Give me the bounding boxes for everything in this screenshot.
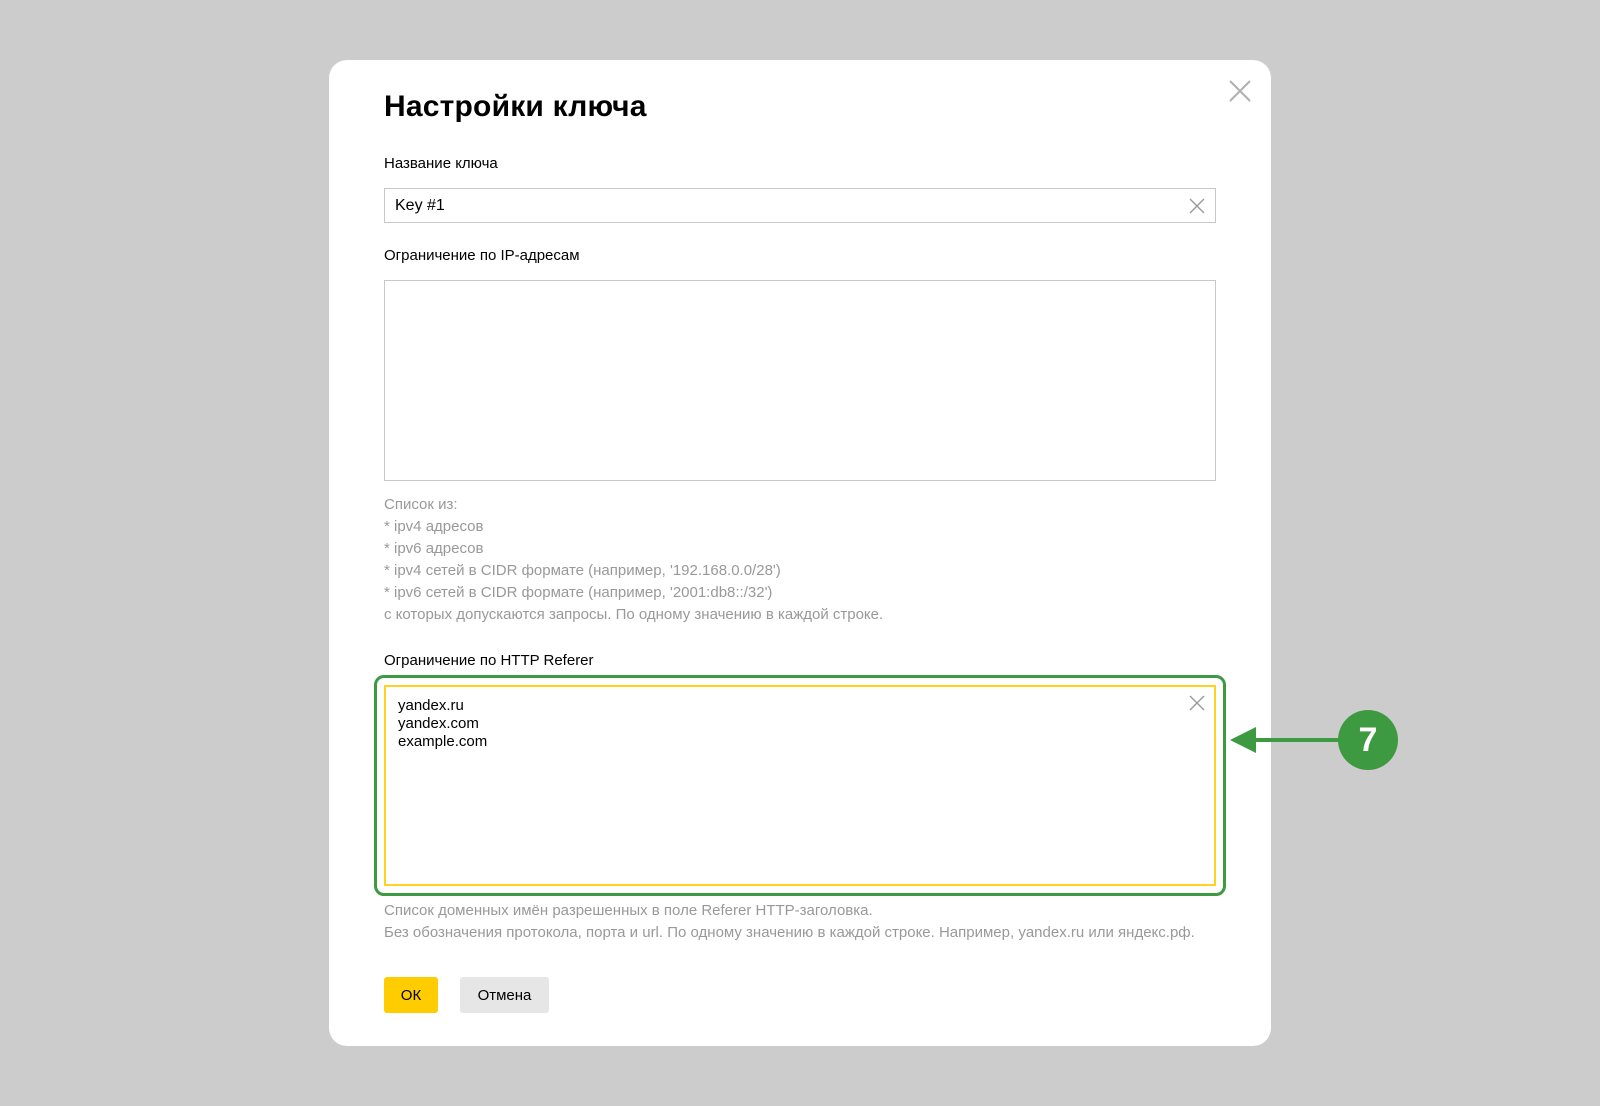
hint-line: Без обозначения протокола, порта и url. … bbox=[384, 924, 1195, 941]
referer-restriction-label: Ограничение по HTTP Referer bbox=[384, 652, 594, 669]
referer-restriction-hint: Список доменных имён разрешенных в поле … bbox=[384, 900, 1195, 944]
arrow-left-icon bbox=[1230, 727, 1342, 753]
ip-restriction-textarea[interactable] bbox=[384, 280, 1216, 481]
key-name-clear-button[interactable] bbox=[1187, 196, 1207, 216]
clear-icon bbox=[1189, 198, 1205, 214]
ip-restriction-label: Ограничение по IP-адресам bbox=[384, 247, 580, 264]
ip-restriction-hint: Список из: * ipv4 адресов * ipv6 адресов… bbox=[384, 494, 883, 626]
hint-line: Список доменных имён разрешенных в поле … bbox=[384, 902, 873, 919]
close-button[interactable] bbox=[1225, 76, 1255, 106]
key-settings-dialog: Настройки ключа Название ключа Ограничен… bbox=[329, 60, 1271, 1046]
hint-line: Список из: bbox=[384, 496, 458, 513]
close-icon bbox=[1229, 80, 1251, 102]
clear-icon bbox=[1189, 695, 1205, 711]
referer-clear-button[interactable] bbox=[1187, 693, 1207, 713]
referer-restriction-textarea[interactable]: yandex.ru yandex.com example.com bbox=[384, 685, 1216, 886]
cancel-button[interactable]: Отмена bbox=[460, 977, 549, 1013]
dialog-title: Настройки ключа bbox=[384, 90, 647, 123]
key-name-label: Название ключа bbox=[384, 155, 498, 172]
hint-line: * ipv4 сетей в CIDR формате (например, '… bbox=[384, 562, 781, 579]
hint-line: * ipv6 адресов bbox=[384, 540, 484, 557]
hint-line: * ipv6 сетей в CIDR формате (например, '… bbox=[384, 584, 773, 601]
callout-number: 7 bbox=[1338, 710, 1398, 770]
ok-button[interactable]: ОК bbox=[384, 977, 438, 1013]
hint-line: * ipv4 адресов bbox=[384, 518, 484, 535]
hint-line: с которых допускаются запросы. По одному… bbox=[384, 606, 884, 623]
key-name-input[interactable] bbox=[384, 188, 1216, 223]
callout-marker: 7 bbox=[1230, 708, 1398, 772]
